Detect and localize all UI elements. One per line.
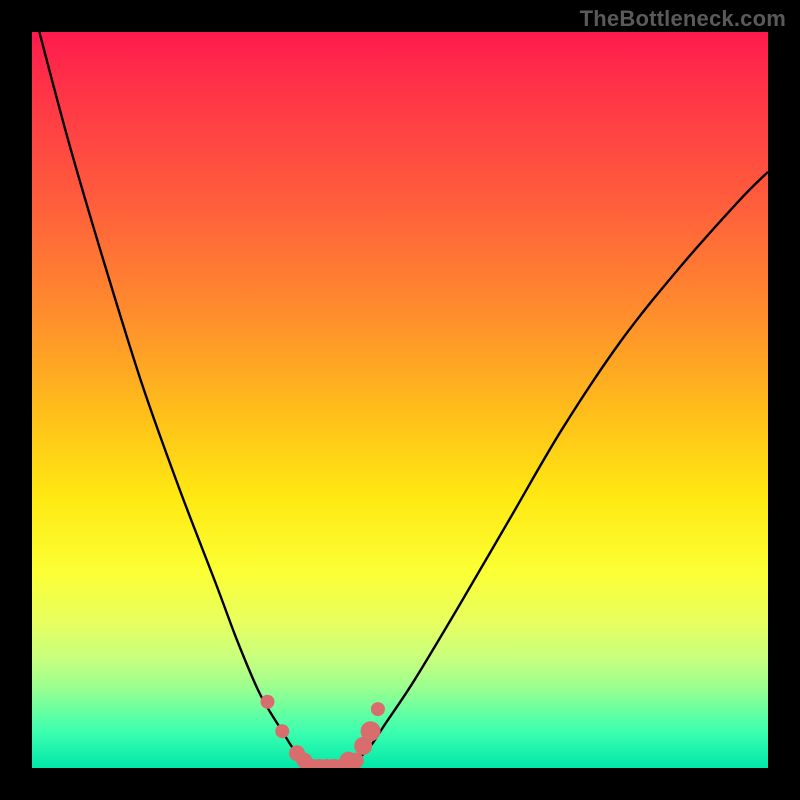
- marker-dot: [348, 753, 364, 768]
- marker-dot: [361, 721, 381, 741]
- marker-dot: [275, 724, 289, 738]
- marker-group: [261, 695, 385, 768]
- watermark-text: TheBottleneck.com: [580, 6, 786, 32]
- marker-dot: [371, 702, 385, 716]
- marker-dot: [261, 695, 275, 709]
- chart-frame: TheBottleneck.com: [0, 0, 800, 800]
- bottleneck-curve: [39, 32, 768, 768]
- plot-area: [32, 32, 768, 768]
- chart-svg: [32, 32, 768, 768]
